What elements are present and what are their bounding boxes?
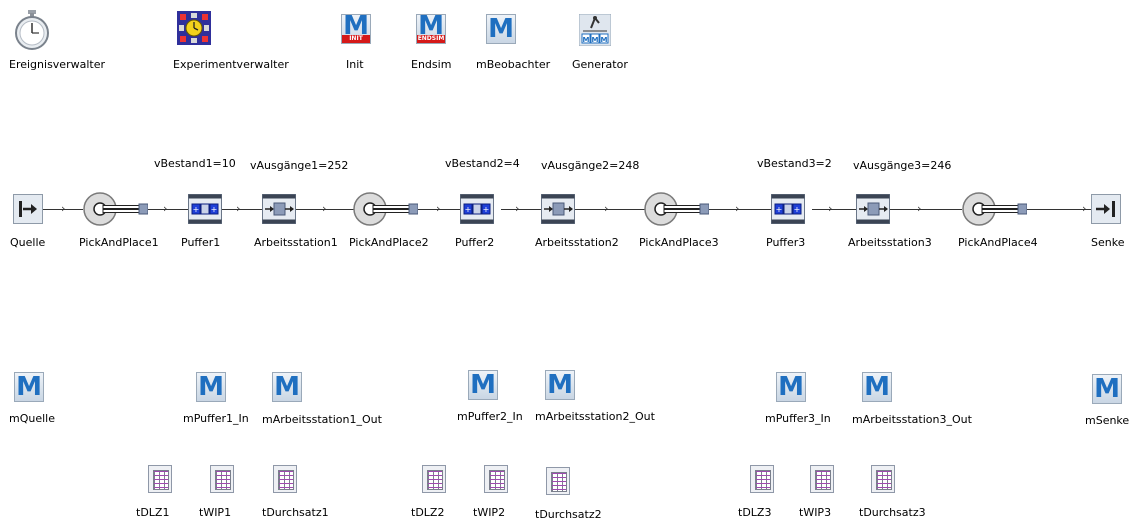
generator-icon[interactable]: M M M	[579, 14, 611, 46]
mpuffer3-in-label: mPuffer3_In	[765, 412, 831, 425]
tdurchsatz1-label: tDurchsatz1	[262, 506, 329, 519]
stopwatch-icon[interactable]	[13, 10, 51, 50]
variable-vbestand2[interactable]: vBestand2=4	[445, 157, 520, 170]
twip3-label: tWIP3	[799, 506, 832, 519]
ereignisverwalter-label: Ereignisverwalter	[9, 58, 105, 71]
puffer2-label: Puffer2	[455, 236, 495, 249]
endsim-label: Endsim	[411, 58, 452, 71]
senke-label: Senke	[1091, 236, 1125, 249]
msenke-method-icon[interactable]: M	[1092, 374, 1122, 404]
workstation-icon[interactable]	[262, 194, 296, 224]
puffer1-label: Puffer1	[181, 236, 221, 249]
svg-text:+: +	[465, 205, 472, 214]
mpuffer2-in-method-icon[interactable]: M	[468, 370, 498, 400]
mbeobachter-glyph: M	[488, 14, 514, 44]
arbeitsstation2-label: Arbeitsstation2	[535, 236, 619, 249]
svg-text:M: M	[583, 36, 590, 44]
drain-icon[interactable]	[1091, 194, 1121, 224]
svg-text:+: +	[483, 205, 490, 214]
mpuffer1-in-glyph: M	[198, 372, 224, 402]
mquelle-method-icon[interactable]: M	[14, 372, 44, 402]
twip2-label: tWIP2	[473, 506, 506, 519]
svg-text:M: M	[592, 36, 599, 44]
marbeitsstation2-out-label: mArbeitsstation2_Out	[535, 410, 655, 423]
svg-text:M: M	[601, 36, 608, 44]
twip1-label: tWIP1	[199, 506, 232, 519]
variable-vausgaenge1[interactable]: vAusgänge1=252	[250, 159, 348, 172]
puffer3-label: Puffer3	[766, 236, 806, 249]
marbeitsstation3-out-method-icon[interactable]: M	[862, 372, 892, 402]
table-icon[interactable]	[422, 465, 446, 493]
endsim-method-icon[interactable]: M ENDSIM	[416, 14, 446, 44]
experiment-clock-icon[interactable]	[177, 11, 211, 45]
quelle-label: Quelle	[10, 236, 46, 249]
mpuffer2-in-label: mPuffer2_In	[457, 410, 523, 423]
pickandplace3-label: PickAndPlace3	[639, 236, 719, 249]
init-label: Init	[346, 58, 364, 71]
mquelle-glyph: M	[16, 372, 42, 402]
msenke-glyph: M	[1094, 374, 1120, 404]
variable-vausgaenge2[interactable]: vAusgänge2=248	[541, 159, 639, 172]
endsim-tag: ENDSIM	[417, 35, 445, 43]
mpuffer3-in-method-icon[interactable]: M	[776, 372, 806, 402]
table-icon[interactable]	[810, 465, 834, 493]
robot-arm-icon[interactable]	[962, 191, 1027, 227]
arbeitsstation3-label: Arbeitsstation3	[848, 236, 932, 249]
tdurchsatz3-label: tDurchsatz3	[859, 506, 926, 519]
pickandplace1-label: PickAndPlace1	[79, 236, 159, 249]
arbeitsstation1-label: Arbeitsstation1	[254, 236, 338, 249]
table-icon[interactable]	[871, 465, 895, 493]
marbeitsstation2-out-method-icon[interactable]: M	[545, 370, 575, 400]
svg-text:+: +	[193, 205, 200, 214]
table-icon[interactable]	[750, 465, 774, 493]
generator-label: Generator	[572, 58, 628, 71]
tdlz1-label: tDLZ1	[136, 506, 170, 519]
svg-text:+: +	[776, 205, 783, 214]
robot-arm-icon[interactable]	[644, 191, 709, 227]
msenke-label: mSenke	[1085, 414, 1129, 427]
table-icon[interactable]	[546, 467, 570, 495]
marbeitsstation1-out-method-icon[interactable]: M	[272, 372, 302, 402]
marbeitsstation2-out-glyph: M	[547, 370, 573, 400]
workstation-icon[interactable]	[541, 194, 575, 224]
buffer-icon[interactable]: + +	[460, 194, 494, 224]
tdurchsatz2-label: tDurchsatz2	[535, 508, 602, 521]
source-icon[interactable]	[13, 194, 43, 224]
mbeobachter-method-icon[interactable]: M	[486, 14, 516, 44]
mquelle-label: mQuelle	[9, 412, 55, 425]
tdlz3-label: tDLZ3	[738, 506, 772, 519]
robot-arm-icon[interactable]	[353, 191, 418, 227]
buffer-icon[interactable]: + +	[771, 194, 805, 224]
table-icon[interactable]	[148, 465, 172, 493]
mpuffer1-in-label: mPuffer1_In	[183, 412, 249, 425]
tdlz2-label: tDLZ2	[411, 506, 445, 519]
table-icon[interactable]	[273, 465, 297, 493]
variable-vbestand1[interactable]: vBestand1=10	[154, 157, 236, 170]
robot-arm-icon[interactable]	[83, 191, 148, 227]
buffer-icon[interactable]: + +	[188, 194, 222, 224]
pickandplace4-label: PickAndPlace4	[958, 236, 1038, 249]
svg-text:+: +	[211, 205, 218, 214]
table-icon[interactable]	[484, 465, 508, 493]
mbeobachter-label: mBeobachter	[476, 58, 551, 71]
marbeitsstation1-out-label: mArbeitsstation1_Out	[262, 413, 382, 426]
init-tag: INIT	[342, 35, 370, 43]
marbeitsstation3-out-label: mArbeitsstation3_Out	[852, 413, 972, 426]
marbeitsstation1-out-glyph: M	[274, 372, 300, 402]
svg-text:+: +	[794, 205, 801, 214]
table-icon[interactable]	[210, 465, 234, 493]
variable-vausgaenge3[interactable]: vAusgänge3=246	[853, 159, 951, 172]
mpuffer1-in-method-icon[interactable]: M	[196, 372, 226, 402]
mpuffer2-in-glyph: M	[470, 370, 496, 400]
marbeitsstation3-out-glyph: M	[864, 372, 890, 402]
pickandplace2-label: PickAndPlace2	[349, 236, 429, 249]
workstation-icon[interactable]	[856, 194, 890, 224]
mpuffer3-in-glyph: M	[778, 372, 804, 402]
variable-vbestand3[interactable]: vBestand3=2	[757, 157, 832, 170]
init-method-icon[interactable]: M INIT	[341, 14, 371, 44]
experimentverwalter-label: Experimentverwalter	[173, 58, 289, 71]
